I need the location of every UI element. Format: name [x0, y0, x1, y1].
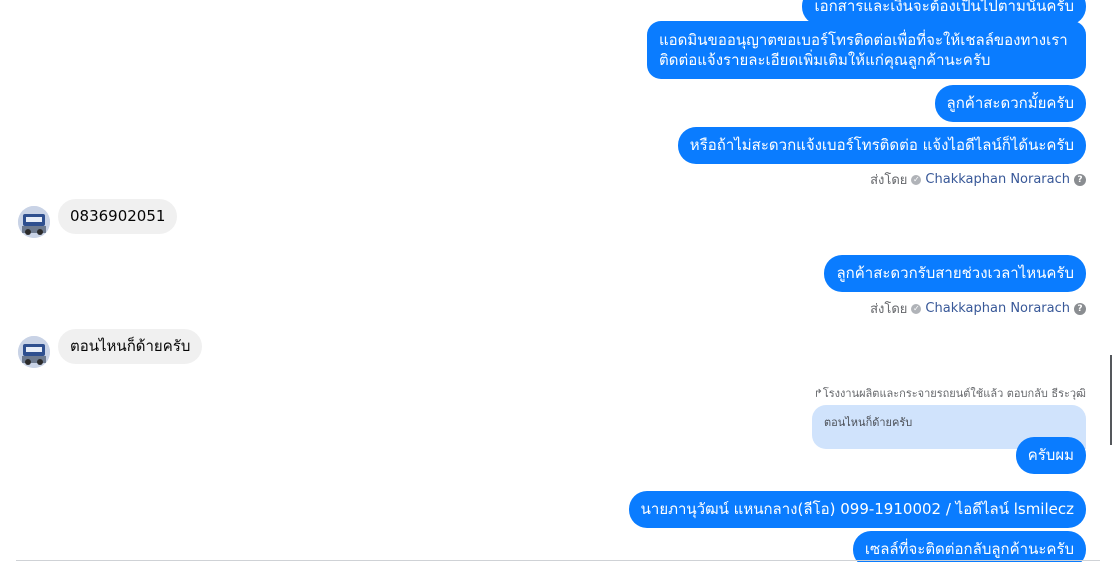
incoming-message[interactable]: 0836902051	[58, 199, 178, 234]
outgoing-message[interactable]: แอดมินขออนุญาตขอเบอร์โทรติดต่อเพื่อที่จะ…	[647, 21, 1086, 79]
sent-by-label: ส่งโดย	[870, 173, 908, 188]
sender-name-link[interactable]: Chakkaphan Norarach	[925, 172, 1070, 187]
outgoing-message[interactable]: เซลล์ที่จะติดต่อกลับลูกค้านะครับ	[852, 531, 1086, 562]
outgoing-message[interactable]: หรือถ้าไม่สะดวกแจ้งเบอร์โทรติดต่อ แจ้งไอ…	[677, 127, 1086, 164]
sent-by-row: ส่งโดย ✓ Chakkaphan Norarach ?	[870, 169, 1086, 190]
sent-by-label: ส่งโดย	[870, 302, 908, 317]
avatar-image	[18, 336, 50, 368]
message-thread: เอกสารและเงินจะต้องเป็นไปตามนั้นครับ แอด…	[0, 0, 1112, 562]
sender-name-link[interactable]: Chakkaphan Norarach	[925, 301, 1070, 316]
incoming-message[interactable]: ตอนไหนก็ด้ายครับ	[58, 329, 203, 364]
outgoing-message[interactable]: ครับผม	[1015, 437, 1086, 474]
verified-check-icon: ✓	[911, 303, 922, 314]
outgoing-message[interactable]: ลูกค้าสะดวกมั้ยครับ	[934, 85, 1086, 122]
composer-divider	[16, 560, 1100, 561]
outgoing-message[interactable]: นายภานุวัฒน์ แหนกลาง(ลีโอ) 099-1910002 /…	[628, 491, 1086, 528]
reply-context-label: ↱โรงงานผลิตและกระจายรถยนต์ใช้แล้ว ตอบกลั…	[813, 387, 1086, 400]
sent-by-row: ส่งโดย ✓ Chakkaphan Norarach ?	[870, 298, 1086, 319]
outgoing-message[interactable]: ลูกค้าสะดวกรับสายช่วงเวลาไหนครับ	[824, 255, 1086, 292]
help-icon[interactable]: ?	[1074, 173, 1086, 186]
help-icon[interactable]: ?	[1074, 302, 1086, 315]
avatar-image	[18, 206, 50, 238]
verified-check-icon: ✓	[911, 174, 922, 185]
avatar[interactable]	[18, 336, 50, 368]
avatar[interactable]	[18, 206, 50, 238]
